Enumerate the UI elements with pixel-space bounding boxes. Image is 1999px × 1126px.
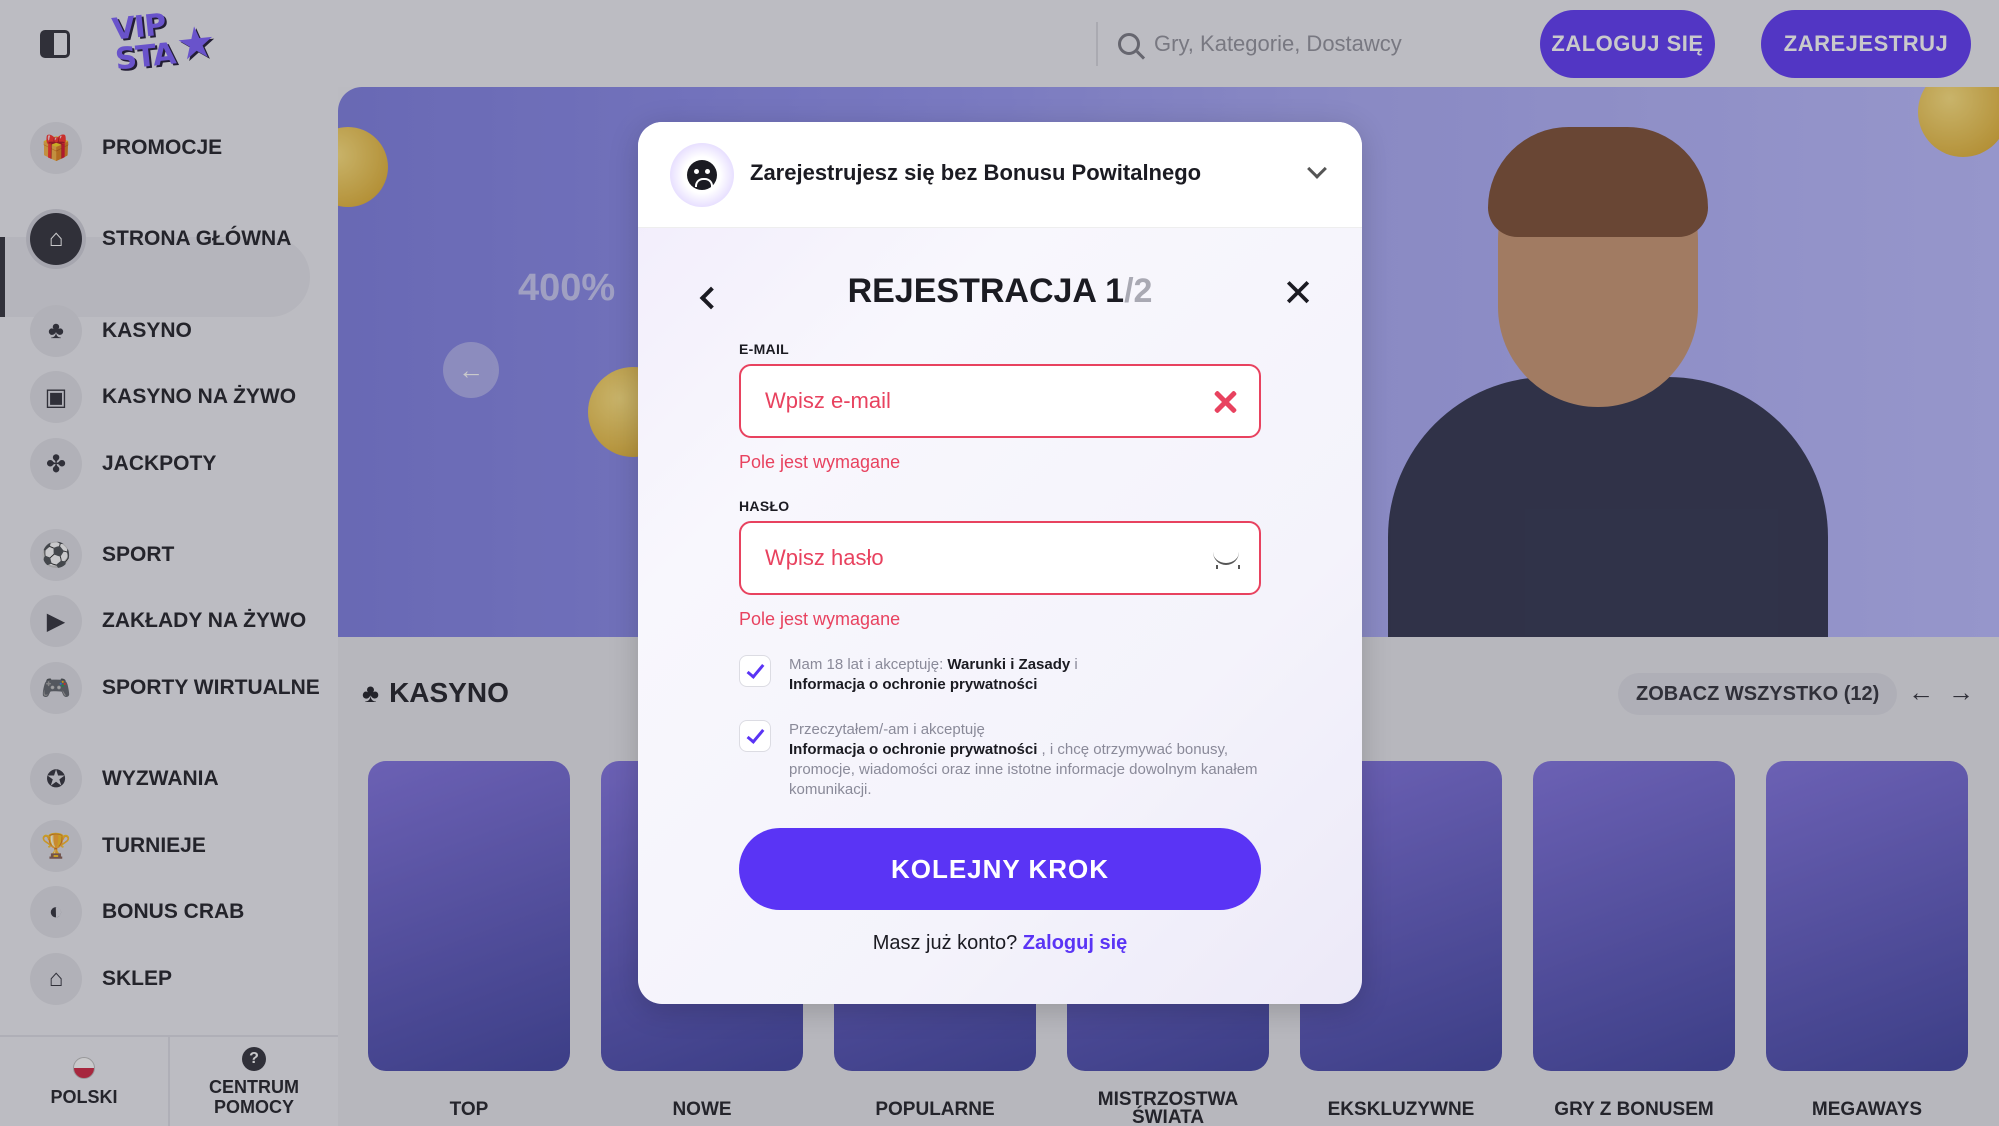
have-account-text: Masz już konto? [872, 932, 1023, 954]
email-label: E-MAIL [739, 341, 790, 357]
consent-text: Mam 18 lat i akceptuję: [789, 656, 948, 673]
email-field[interactable] [739, 364, 1261, 438]
checkmark-icon [746, 724, 764, 744]
marketing-checkbox[interactable] [739, 720, 771, 752]
email-input[interactable] [741, 366, 1259, 436]
marketing-consent: Przeczytałem/-am i akceptuję Informacja … [739, 720, 1279, 800]
chevron-down-icon[interactable] [1307, 159, 1327, 179]
terms-consent-text: Mam 18 lat i akceptuję: Warunki i Zasady… [789, 655, 1078, 695]
bonus-status-text: Zarejestrujesz się bez Bonusu Powitalneg… [750, 160, 1202, 185]
bonus-badge [670, 143, 734, 207]
password-field[interactable] [739, 521, 1261, 595]
password-input[interactable] [741, 523, 1259, 593]
clear-icon[interactable] [1211, 388, 1239, 416]
title-step-total: /2 [1124, 272, 1153, 310]
registration-modal: Zarejestrujesz się bez Bonusu Powitalneg… [638, 122, 1362, 1004]
login-prompt: Masz już konto? Zaloguj się [638, 932, 1362, 955]
consent-text: i [1070, 656, 1078, 673]
consent-text: Przeczytałem/-am i akceptuję [789, 721, 985, 738]
terms-checkbox[interactable] [739, 655, 771, 687]
terms-link[interactable]: Warunki i Zasady [947, 656, 1070, 673]
age-terms-consent: Mam 18 lat i akceptuję: Warunki i Zasady… [739, 655, 1279, 695]
checkmark-icon [746, 659, 764, 679]
modal-title: REJESTRACJA 1/2 [638, 272, 1362, 311]
title-step: REJESTRACJA 1 [847, 272, 1125, 310]
privacy-link[interactable]: Informacja o ochronie prywatności [789, 676, 1037, 693]
login-link[interactable]: Zaloguj się [1023, 932, 1127, 954]
bonus-selector[interactable]: Zarejestrujesz się bez Bonusu Powitalneg… [638, 122, 1362, 228]
next-step-button[interactable]: KOLEJNY KROK [739, 828, 1261, 910]
marketing-consent-text: Przeczytałem/-am i akceptuję Informacja … [789, 720, 1279, 800]
sad-face-icon [687, 160, 717, 190]
email-error: Pole jest wymagane [739, 452, 901, 472]
privacy-link[interactable]: Informacja o ochronie prywatności [789, 741, 1037, 758]
close-icon[interactable]: ✕ [1278, 274, 1318, 314]
password-label: HASŁO [739, 498, 790, 514]
password-error: Pole jest wymagane [739, 609, 901, 629]
